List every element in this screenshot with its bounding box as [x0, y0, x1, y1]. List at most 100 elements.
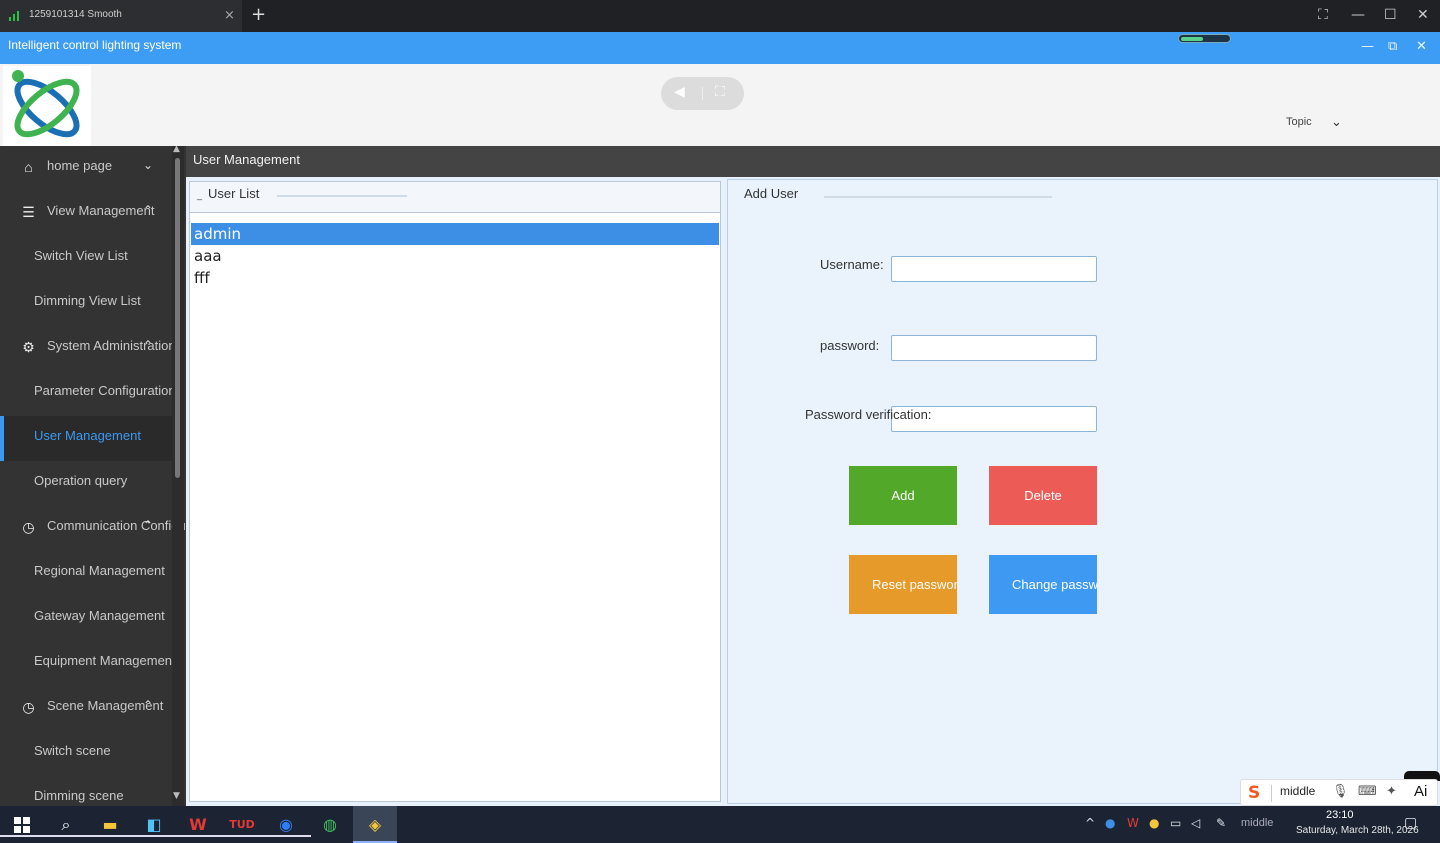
- sidebar-item-gateway-management[interactable]: Gateway Management: [0, 596, 172, 641]
- app-title: Intelligent control lighting system: [8, 38, 182, 52]
- sidebar-item-label: View Management: [47, 203, 155, 218]
- notification-icon[interactable]: ▢: [1404, 815, 1417, 831]
- tray-sync-icon[interactable]: ●: [1149, 816, 1159, 830]
- sidebar-item-user-management[interactable]: User Management: [0, 416, 172, 461]
- password-input[interactable]: [891, 335, 1097, 361]
- add-button[interactable]: Add: [849, 466, 957, 525]
- pen-icon[interactable]: ✎: [1216, 816, 1226, 830]
- secure-browser-icon[interactable]: ◍: [308, 806, 352, 843]
- ime-ai-icon[interactable]: Ai: [1414, 783, 1427, 800]
- scrollbar-thumb[interactable]: [175, 158, 180, 478]
- minimize-icon[interactable]: —: [1351, 7, 1365, 23]
- user-list[interactable]: admin aaa fff: [191, 223, 719, 289]
- tool-icon[interactable]: TUD: [220, 806, 264, 843]
- fullscreen-icon[interactable]: ⛶: [1318, 7, 1328, 23]
- sidebar-item-switch-view-list[interactable]: Switch View List: [0, 236, 172, 281]
- sidebar-item-equipment-management[interactable]: Equipment Management: [0, 641, 176, 686]
- sidebar-item-operation-query[interactable]: Operation query: [0, 461, 172, 506]
- sidebar-item-label: System Administration: [47, 338, 176, 353]
- volume-icon[interactable]: ◁: [1191, 816, 1200, 830]
- wps-icon[interactable]: W: [176, 806, 220, 843]
- delete-button[interactable]: Delete: [989, 466, 1097, 525]
- sidebar-item-dimming-scene[interactable]: Dimming scene: [0, 776, 172, 806]
- maximize-icon[interactable]: ☐: [1384, 7, 1397, 23]
- connection-indicator: [1178, 34, 1231, 43]
- list-item[interactable]: aaa: [191, 245, 719, 267]
- chevron-down-icon[interactable]: ⌄: [1331, 115, 1342, 130]
- ime-keyboard-icon[interactable]: ⌨: [1358, 784, 1377, 799]
- chevron-up-icon[interactable]: ⌃: [143, 698, 153, 712]
- list-item[interactable]: admin: [191, 223, 719, 245]
- search-icon[interactable]: ⌕: [44, 806, 88, 843]
- sidebar-item-label: Dimming scene: [34, 788, 124, 803]
- sidebar-item-dimming-view-list[interactable]: Dimming View List: [0, 281, 172, 326]
- network-icon[interactable]: ▭: [1170, 816, 1181, 830]
- tray-expand-icon[interactable]: ^: [1085, 816, 1095, 830]
- username-label: Username:: [820, 257, 884, 272]
- user-list-title: _ User List: [197, 186, 260, 201]
- sidebar: ⌂ home page ⌄ ☰ View Management ⌃ Switch View …: [0, 146, 186, 806]
- topic-label[interactable]: Topic: [1286, 116, 1312, 128]
- sidebar-item-switch-scene[interactable]: Switch scene: [0, 731, 172, 776]
- browser-icon[interactable]: ◉: [264, 806, 308, 843]
- sidebar-item-scene-management[interactable]: ◷ Scene Management ⌃: [0, 686, 172, 731]
- reset-password-button[interactable]: Reset password: [849, 555, 957, 614]
- start-icon[interactable]: [0, 806, 44, 843]
- add-user-panel: Add User Username: password: Password ve…: [727, 179, 1438, 804]
- clock-time[interactable]: 23:10: [1326, 809, 1354, 821]
- chevron-up-icon[interactable]: ⌃: [143, 338, 153, 352]
- header: ◀ ⛶ Topic ⌄: [0, 64, 1440, 146]
- media-controls: ◀ ⛶: [661, 77, 744, 110]
- ime-logo-icon[interactable]: S: [1248, 783, 1260, 803]
- sidebar-item-view-management[interactable]: ☰ View Management ⌃: [0, 191, 172, 236]
- taskbar-highlight: [0, 835, 311, 837]
- scroll-up-icon[interactable]: ▲: [173, 146, 180, 154]
- chevron-up-icon[interactable]: ⌃: [143, 518, 153, 532]
- sidebar-item-communication-configuration[interactable]: ◷ Communication Configuration⌃: [0, 506, 186, 551]
- sidebar-item-label: Equipment Management: [34, 653, 176, 668]
- content-header: User Management: [186, 146, 1440, 177]
- remote-desktop-icon[interactable]: ◈: [353, 806, 397, 843]
- expand-icon[interactable]: ⛶: [715, 84, 725, 100]
- sidebar-item-home-page[interactable]: ⌂ home page ⌄: [0, 146, 172, 191]
- clock-icon: ◷: [22, 699, 35, 715]
- sidebar-item-regional-management[interactable]: Regional Management: [0, 551, 172, 596]
- sidebar-item-system-administration[interactable]: ⚙ System Administration ⌃: [0, 326, 175, 371]
- sidebar-item-label: Parameter Configuration: [34, 383, 176, 398]
- tab-close-icon[interactable]: ×: [224, 8, 235, 23]
- app-close-icon[interactable]: ✕: [1416, 39, 1427, 54]
- tray-ime-label[interactable]: middle: [1241, 817, 1273, 829]
- chevron-down-icon[interactable]: ⌄: [143, 158, 153, 172]
- password-label: password:: [820, 338, 880, 353]
- chevron-up-icon[interactable]: ⌃: [143, 203, 153, 217]
- app-minimize-icon[interactable]: —: [1361, 39, 1374, 54]
- change-password-button[interactable]: Change password: [989, 555, 1097, 614]
- app-restore-icon[interactable]: ⧉: [1388, 39, 1397, 54]
- ime-mode[interactable]: middle: [1280, 784, 1315, 798]
- sidebar-scrollbar[interactable]: ▲ ▼: [172, 146, 184, 806]
- close-icon[interactable]: ✕: [1417, 7, 1429, 23]
- taskbar: ⌕ ▬ ◧ W TUD ◉ ◍ ◈ ^ ● W ● ▭ ◁ ✎ middle 2…: [0, 806, 1440, 843]
- sidebar-item-parameter-configuration[interactable]: Parameter Configuration: [0, 371, 176, 416]
- play-back-icon[interactable]: ◀: [674, 84, 685, 100]
- new-tab-button[interactable]: +: [251, 4, 266, 25]
- ime-skin-icon[interactable]: ✦: [1386, 784, 1397, 799]
- username-input[interactable]: [891, 256, 1097, 282]
- sidebar-item-label: Operation query: [34, 473, 128, 488]
- clock-icon: ◷: [22, 519, 35, 535]
- list-item[interactable]: fff: [191, 267, 719, 289]
- main-content: _ User List admin aaa fff Add User Username…: [186, 177, 1440, 806]
- tray-wps-icon[interactable]: W: [1127, 816, 1139, 830]
- clock-date[interactable]: Saturday, March 28th, 2026: [1296, 825, 1419, 836]
- app-store-icon[interactable]: ◧: [132, 806, 176, 843]
- ime-mic-icon[interactable]: 🎙: [1332, 784, 1349, 799]
- ime-toolbar: S middle 🎙 ⌨ ✦ Ai: [1240, 779, 1438, 806]
- file-explorer-icon[interactable]: ▬: [88, 806, 132, 843]
- session-tab[interactable]: 1259101314 Smooth ×: [0, 0, 242, 32]
- sidebar-item-label: User Management: [34, 428, 141, 443]
- scroll-down-icon[interactable]: ▼: [173, 791, 180, 801]
- sidebar-item-label: Regional Management: [34, 563, 165, 578]
- sidebar-item-label: Switch scene: [34, 743, 111, 758]
- list-icon: ☰: [22, 204, 35, 220]
- tray-app-icon[interactable]: ●: [1105, 816, 1115, 830]
